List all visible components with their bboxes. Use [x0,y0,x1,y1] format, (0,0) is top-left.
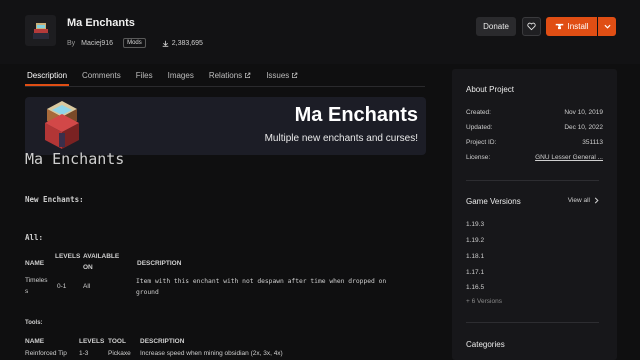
game-version-item[interactable]: 1.19.2 [466,237,484,244]
updated-label: Updated: [466,124,493,131]
license-link[interactable]: GNU Lesser General ... [535,154,603,161]
tools-heading: Tools: [25,320,43,326]
install-label: Install [567,22,589,31]
download-count-value: 2,383,695 [171,39,203,47]
category-badge[interactable]: Mods [123,38,146,48]
table2-cell-tool: Pickaxe [108,350,131,357]
table2-cell-name: Reinforced Tip [25,350,67,357]
table2-header-name: NAME [25,338,45,345]
license-label: License: [466,154,491,161]
table1-cell-name-2: s [25,288,29,295]
download-count: 2,383,695 [162,40,203,47]
tab-comments[interactable]: Comments [80,64,123,86]
table2-header-tool: TOOL [108,338,126,345]
tab-issues-label: Issues [266,70,290,80]
description-heading: Ma Enchants [25,150,125,168]
table1-header-available: AVAILABLE [83,253,120,260]
game-version-item[interactable]: 1.17.1 [466,269,484,276]
table1-cell-available: All [83,283,91,290]
table2-header-description: DESCRIPTION [140,338,185,345]
table1-cell-levels: 0-1 [57,283,67,290]
chevron-right-icon [594,197,599,204]
project-id-label: Project ID: [466,139,497,146]
install-button[interactable]: Install [546,17,597,36]
table1-cell-description-2: ground [136,289,159,296]
table1-header-name: NAME [25,260,45,267]
project-logo [25,15,56,46]
download-icon [162,40,169,47]
table1-header-description: DESCRIPTION [137,260,182,267]
table2-cell-description: Increase speed when mining obsidian (2x,… [140,350,283,357]
external-link-icon [292,72,298,78]
banner-subtitle: Multiple new enchants and curses! [264,133,418,144]
heart-icon [527,22,536,31]
game-version-item[interactable]: 1.18.1 [466,253,484,260]
tab-files[interactable]: Files [134,64,155,86]
view-all-versions-link[interactable]: View all [568,197,599,204]
banner-title: Ma Enchants [294,104,418,126]
created-value: Nov 10, 2019 [564,109,603,116]
tab-description[interactable]: Description [25,64,70,86]
enchanting-table-art [45,101,79,149]
sidebar-divider [466,180,599,181]
new-enchants-heading: New Enchants: [25,195,84,204]
chevron-down-icon [603,24,611,29]
table1-header-on: ON [83,264,93,271]
all-heading: All: [25,233,44,242]
install-dropdown-button[interactable] [598,17,616,36]
table1-cell-name-1: Timeles [25,277,48,284]
description-banner: Ma Enchants Multiple new enchants and cu… [25,97,426,155]
project-sidebar: About Project Created: Nov 10, 2019 Upda… [452,69,617,360]
game-version-item[interactable]: 1.16.5 [466,284,484,291]
view-all-label: View all [567,197,590,204]
project-byline: By Maciej916 Mods 2,383,695 [67,38,203,48]
table2-header-levels: LEVELS [79,338,105,345]
tabs-divider [25,86,425,87]
tab-images[interactable]: Images [166,64,196,86]
donate-button[interactable]: Donate [476,17,516,36]
tab-relations-label: Relations [208,70,243,80]
by-label: By [67,39,76,47]
tab-issues[interactable]: Issues [264,64,300,86]
game-version-item[interactable]: 1.19.3 [466,221,484,228]
tab-relations[interactable]: Relations [207,64,253,86]
created-label: Created: [466,109,491,116]
table1-header-levels: LEVELS [55,253,81,260]
author-link[interactable]: Maciej916 [81,40,113,47]
anvil-icon [555,23,563,30]
external-link-icon [245,72,251,78]
project-title: Ma Enchants [67,17,135,29]
table1-cell-description-1: Item with this enchant with not despawn … [136,278,387,285]
project-id-value: 351113 [582,139,603,146]
table2-cell-levels: 1-3 [79,350,89,357]
project-header: Ma Enchants By Maciej916 Mods 2,383,695 … [0,0,640,64]
more-versions-link[interactable]: + 6 Versions [466,298,502,305]
follow-button[interactable] [522,17,541,36]
game-versions-heading: Game Versions [466,197,521,206]
sidebar-divider [466,322,599,323]
categories-heading: Categories [466,340,505,349]
project-tabs: Description Comments Files Images Relati… [25,64,300,86]
updated-value: Dec 10, 2022 [564,124,603,131]
about-project-heading: About Project [466,85,515,94]
